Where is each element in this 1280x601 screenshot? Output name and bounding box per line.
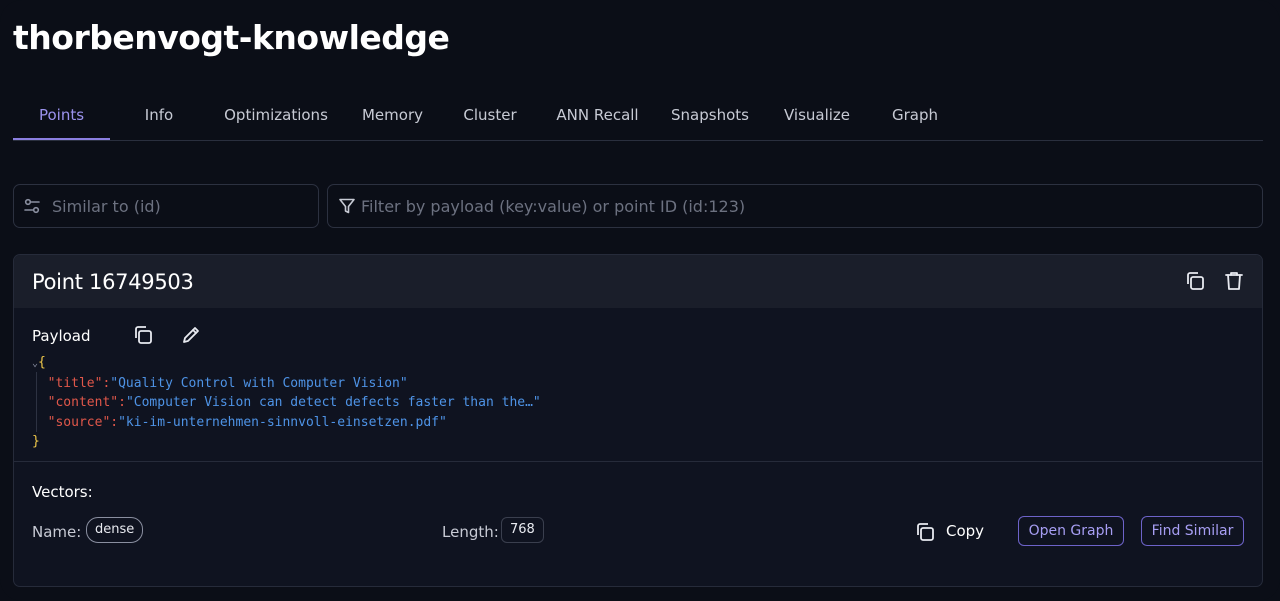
vector-length-badge: 768 [501,517,544,543]
vector-length-label: Length: [442,523,499,541]
point-title: Point 16749503 [32,270,194,294]
tab-memory[interactable]: Memory [356,92,429,138]
tab-visualize[interactable]: Visualize [777,92,857,138]
vector-name-badge: dense [86,517,144,543]
copy-icon [917,523,934,541]
similar-icon [24,198,40,214]
tab-ann-recall[interactable]: ANN Recall [550,92,645,138]
point-card-header: Point 16749503 [14,255,1262,308]
filter-search-box [327,184,1263,228]
payload-label: Payload [32,327,91,345]
similar-input[interactable] [50,185,312,227]
tab-points[interactable]: Points [13,92,110,140]
section-divider [14,461,1262,462]
filter-icon [339,198,355,214]
edit-icon[interactable] [180,324,202,346]
collection-title: thorbenvogt-knowledge [13,18,450,57]
json-open-brace: { [38,355,46,370]
json-field-content: "content":"Computer Vision can detect de… [47,395,541,410]
tab-bar: Points Info Optimizations Memory Cluster… [13,92,1263,141]
point-card: Point 16749503 Payload ⌄{ "title":"Quali… [13,254,1263,587]
app-window: thorbenvogt-knowledge Points Info Optimi… [0,0,1280,601]
vector-name-label: Name: [32,523,82,541]
vectors-label: Vectors: [32,483,93,501]
tab-info[interactable]: Info [127,92,191,138]
json-close-brace: } [32,434,40,449]
find-similar-button[interactable]: Find Similar [1141,516,1244,546]
open-graph-button[interactable]: Open Graph [1018,516,1124,546]
tab-optimizations[interactable]: Optimizations [218,92,334,138]
json-field-title: "title":"Quality Control with Computer V… [47,375,408,391]
copy-icon[interactable] [1184,270,1206,292]
tab-snapshots[interactable]: Snapshots [665,92,755,138]
json-field-source: "source":"ki-im-unternehmen-sinnvoll-ein… [47,414,447,430]
copy-vector-label: Copy [946,522,985,540]
similar-search-box [13,184,319,228]
trash-icon[interactable] [1223,270,1245,292]
filter-input[interactable] [359,185,1251,227]
copy-payload-icon[interactable] [132,324,154,346]
tab-graph[interactable]: Graph [884,92,946,138]
tab-cluster[interactable]: Cluster [457,92,523,138]
payload-json: ⌄{ "title":"Quality Control with Compute… [32,353,541,452]
